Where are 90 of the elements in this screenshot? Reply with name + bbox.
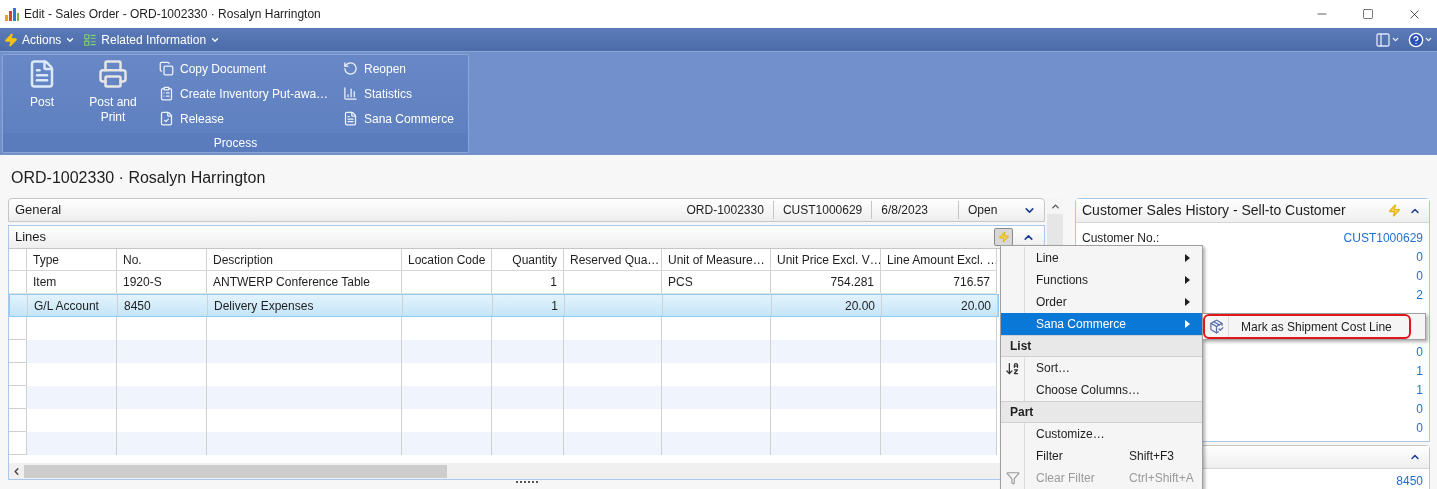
- menu-item[interactable]: Customize…: [1001, 423, 1202, 445]
- window-title: Edit - Sales Order - ORD-1002330 · Rosalyn Harrington: [24, 6, 321, 23]
- list-icon: [83, 32, 98, 47]
- menu-item: Clear Filter Ctrl+Shift+A: [1001, 467, 1202, 489]
- actions-button[interactable]: [994, 228, 1013, 246]
- table-cell-text: 20.00: [844, 297, 875, 315]
- menu-item[interactable]: Sana Commerce: [1001, 313, 1202, 335]
- summary-field: CUST1000629: [773, 201, 873, 219]
- menu-item[interactable]: Filter Shift+F3: [1001, 445, 1202, 467]
- menu-item[interactable]: Functions: [1001, 269, 1202, 291]
- maximize-icon: [1362, 8, 1374, 20]
- menu-item[interactable]: Line: [1001, 247, 1202, 269]
- ribbon-button[interactable]: Sana Commerce: [343, 109, 455, 128]
- value-link[interactable]: 8450: [1396, 472, 1423, 489]
- summary-field: ORD-1002330: [677, 201, 774, 219]
- help-icon: [1408, 31, 1424, 48]
- printer-icon: [98, 59, 128, 89]
- shortcut-label: Shift+F3: [1129, 448, 1175, 465]
- lightning-icon[interactable]: [1388, 204, 1401, 217]
- shortcut-label: Ctrl+Shift+A: [1129, 470, 1194, 487]
- column-header[interactable]: Unit of Measure…: [662, 249, 771, 270]
- customer-number-link[interactable]: CUST1000629: [1343, 228, 1423, 247]
- column-header[interactable]: Line Amount Excl. …: [881, 249, 997, 270]
- layout-button[interactable]: [1375, 31, 1400, 48]
- table-cell-text: 20.00: [960, 297, 991, 315]
- menu-item[interactable]: Mark as Shipment Cost Line: [1203, 314, 1411, 339]
- value-link[interactable]: 0: [1416, 399, 1423, 418]
- ribbon-button[interactable]: Copy Document: [159, 59, 339, 78]
- general-section-header[interactable]: General ORD-1002330 CUST1000629 6/8/2023 Open: [8, 198, 1045, 222]
- ribbon-large-button[interactable]: Post: [17, 59, 67, 110]
- table-cell-text: 716.57: [953, 274, 990, 291]
- summary-field: Open: [959, 201, 1023, 219]
- table-row[interactable]: G/L Account 8450 Delivery Expenses 1 20.00 20.00: [9, 294, 999, 317]
- factbox-title: Customer Sales History - Sell-to Customer: [1082, 201, 1346, 220]
- copy-icon: [159, 61, 174, 76]
- ribbon-button[interactable]: Release: [159, 109, 339, 128]
- ribbon-group-label: Process: [213, 134, 258, 152]
- table-cell-text: 8450: [124, 297, 151, 315]
- menu-section-header: Part: [1001, 401, 1202, 423]
- menu-bar-item[interactable]: Related Information: [79, 28, 225, 51]
- lightning-icon: [4, 32, 18, 47]
- field-label: Customer No.:: [1082, 229, 1160, 247]
- section-title: General: [15, 201, 62, 220]
- table-cell-text: 1: [550, 274, 557, 291]
- value-link[interactable]: 0: [1416, 266, 1423, 285]
- panel-icon: [1375, 31, 1391, 48]
- dropdown-caret-icon: [1424, 35, 1433, 44]
- table-cell-text: G/L Account: [34, 297, 99, 315]
- value-link[interactable]: 1: [1416, 380, 1423, 399]
- value-link[interactable]: 0: [1416, 418, 1423, 437]
- package-check-icon: [1209, 319, 1224, 334]
- column-header[interactable]: Quantity: [492, 249, 564, 270]
- chart-icon: [343, 86, 358, 101]
- ribbon-large-button[interactable]: Post and Print: [73, 59, 153, 125]
- dropdown-caret-icon: [1391, 35, 1400, 44]
- column-header[interactable]: No.: [117, 249, 207, 270]
- table-cell-text: PCS: [668, 274, 693, 291]
- check-document-icon: [159, 111, 174, 126]
- value-link[interactable]: 1: [1416, 361, 1423, 380]
- summary-field: 6/8/2023: [872, 201, 959, 219]
- refresh-icon: [343, 61, 358, 76]
- sort-icon: [1005, 360, 1020, 376]
- column-header[interactable]: Description: [207, 249, 402, 270]
- document-icon: [343, 111, 358, 126]
- value-link[interactable]: 0: [1416, 342, 1423, 361]
- table-cell-text: ANTWERP Conference Table: [213, 274, 370, 291]
- column-header[interactable]: Reserved Qua…: [564, 249, 662, 270]
- menu-item[interactable]: Sort…: [1001, 357, 1202, 379]
- clipboard-icon: [159, 86, 174, 101]
- table-cell-text: 1920-S: [123, 274, 162, 291]
- filter-icon: [1005, 471, 1020, 485]
- table-cell-text: 1: [551, 297, 558, 315]
- value-link[interactable]: 2: [1416, 285, 1423, 304]
- help-button[interactable]: [1408, 31, 1433, 48]
- ribbon-button[interactable]: Reopen: [343, 59, 455, 78]
- menu-section-header: List: [1001, 335, 1202, 357]
- column-header[interactable]: Type: [27, 249, 117, 270]
- table-cell-text: Item: [33, 274, 57, 291]
- section-title: Lines: [15, 228, 47, 247]
- table-cell-text: Delivery Expenses: [214, 297, 314, 315]
- ribbon-button[interactable]: Create Inventory Put-awa…: [159, 84, 339, 103]
- table-cell-text: 754.281: [830, 274, 874, 291]
- page-title: ORD-1002330 · Rosalyn Harrington: [11, 167, 266, 188]
- ribbon-button[interactable]: Statistics: [343, 84, 455, 103]
- column-header[interactable]: Location Code: [402, 249, 492, 270]
- menu-bar-item[interactable]: Actions: [0, 28, 80, 51]
- value-link[interactable]: 0: [1416, 247, 1423, 266]
- resize-grip-icon[interactable]: [515, 481, 538, 484]
- app-logo-icon: [4, 7, 20, 21]
- column-header[interactable]: Unit Price Excl. V…: [771, 249, 881, 270]
